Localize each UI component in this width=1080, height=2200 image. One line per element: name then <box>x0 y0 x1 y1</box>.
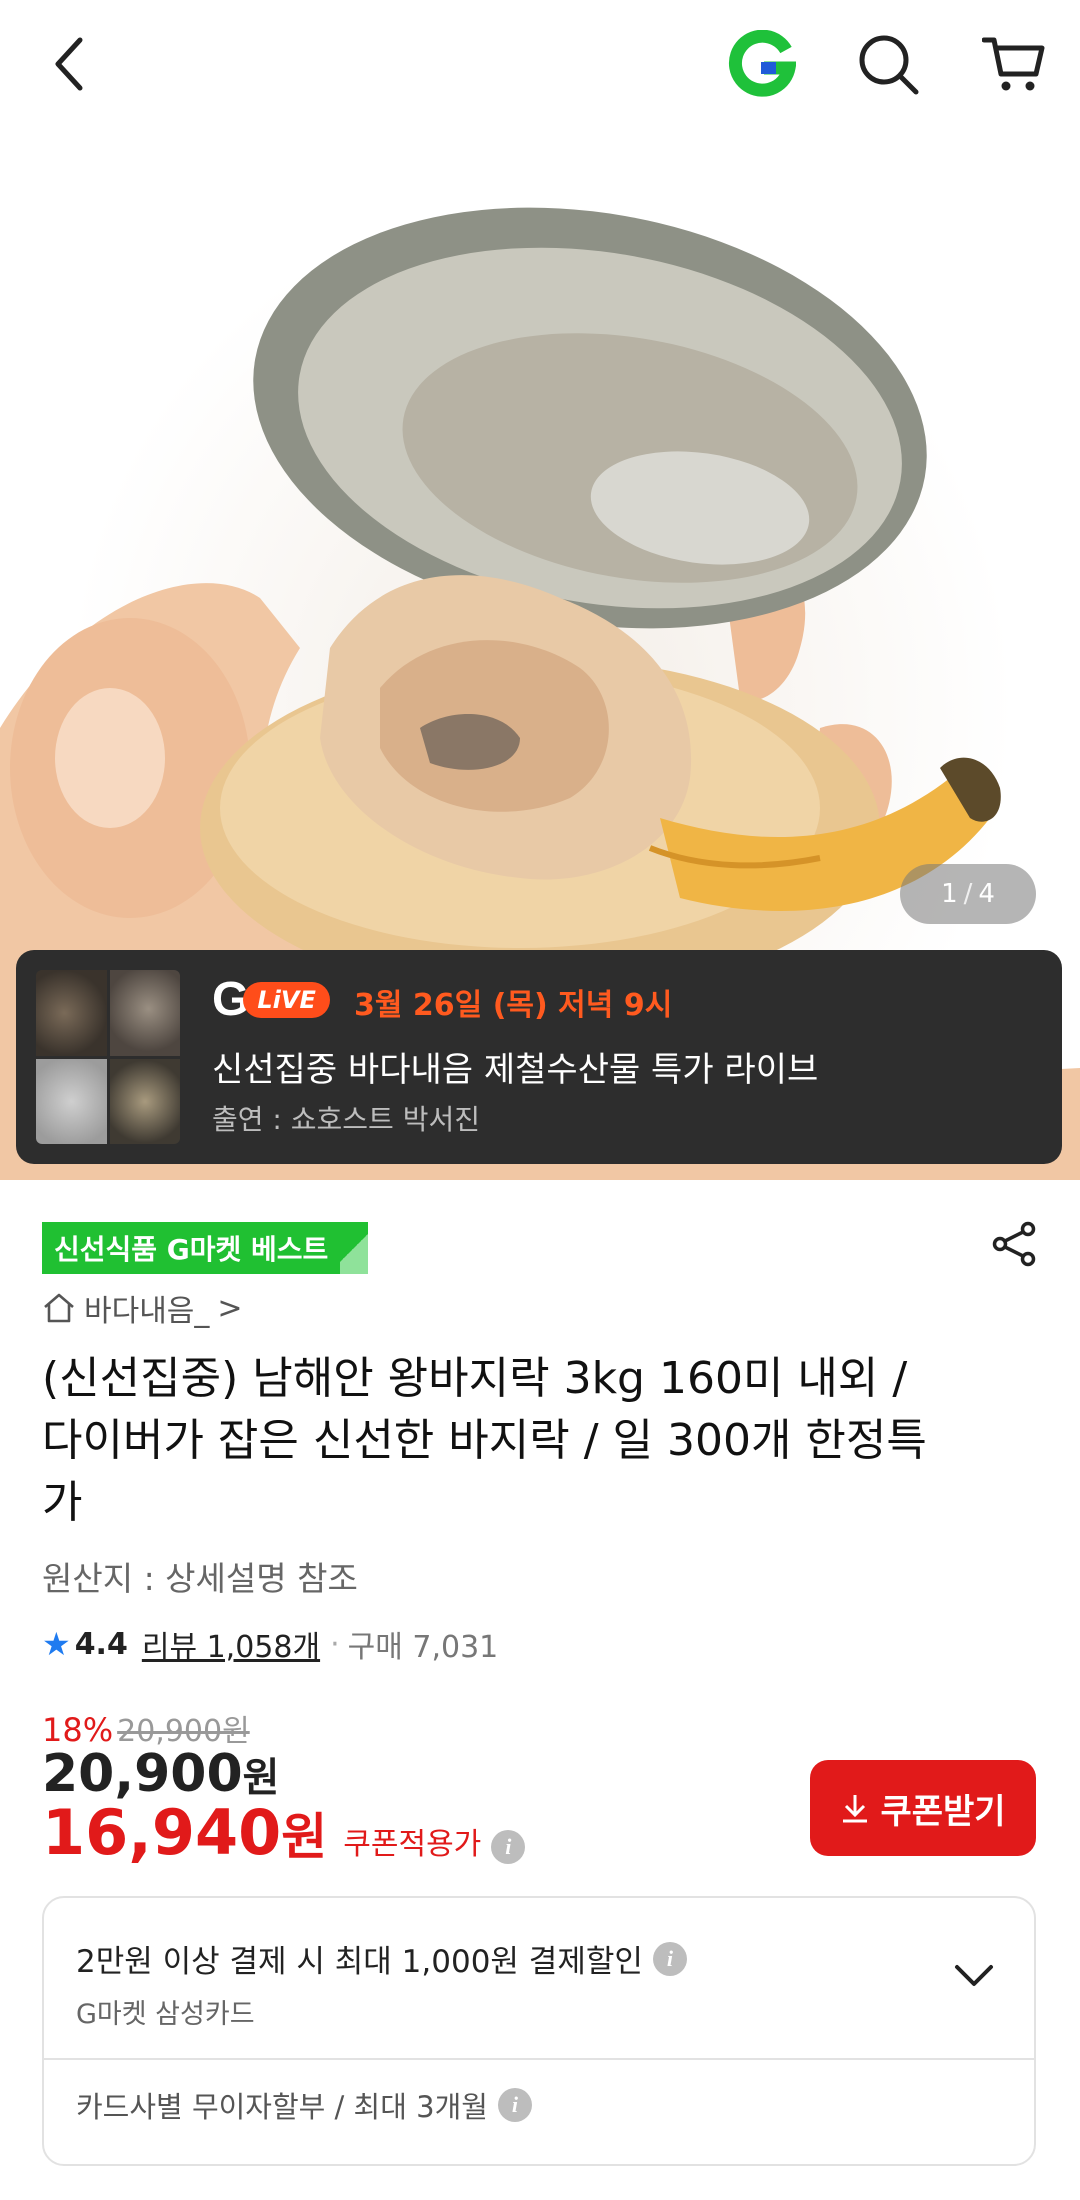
installment-text: 카드사별 무이자할부 / 최대 3개월 <box>76 2090 488 2124</box>
live-thumb-3 <box>36 1058 107 1144</box>
cart-button[interactable] <box>978 28 1050 100</box>
card-name: G마켓 삼성카드 <box>76 1999 255 2030</box>
glive-logo: G LiVE <box>212 976 330 1024</box>
app-header <box>0 0 1080 128</box>
price-row: 20,900 원 <box>42 1744 279 1804</box>
share-icon <box>992 1221 1036 1267</box>
search-icon <box>859 35 919 95</box>
coupon-price-unit: 원 <box>281 1808 328 1866</box>
sale-price-unit: 원 <box>242 1755 280 1801</box>
share-button[interactable] <box>984 1214 1044 1274</box>
coupon-price: 16,940 <box>42 1796 282 1869</box>
back-button[interactable] <box>38 28 102 100</box>
separator-dot: · <box>330 1626 340 1662</box>
product-title: (신선집중) 남해안 왕바지락 3kg 160미 내외 / 다이버가 잡은 신선… <box>42 1353 927 1528</box>
info-icon[interactable]: i <box>491 1830 526 1864</box>
page-total: 4 <box>978 879 995 909</box>
purchase-count: 구매 7,031 <box>347 1630 499 1665</box>
best-badge: 신선식품 G마켓 베스트 <box>42 1222 369 1274</box>
cart-icon <box>982 37 1045 91</box>
live-thumb-2 <box>109 970 180 1056</box>
coupon-button-label: 쿠폰받기 <box>880 1791 1006 1832</box>
card-discount-row[interactable]: 2만원 이상 결제 시 최대 1,000원 결제할인 i G마켓 삼성카드 <box>44 1898 1034 2060</box>
home-icon <box>44 1293 74 1323</box>
chevron-down-icon <box>955 1965 993 1986</box>
rating-row: ★ 4.4 리뷰 1,058개 · 구매 7,031 <box>42 1622 498 1666</box>
live-date: 3월 26일 (목) 저녁 9시 <box>354 988 673 1023</box>
card-info-icon[interactable]: i <box>652 1941 687 1976</box>
shop-arrow-icon: > <box>217 1290 243 1326</box>
best-badge-tail <box>340 1222 369 1274</box>
shop-name: 바다내음_ <box>84 1294 210 1329</box>
product-origin: 원산지 : 상세설명 참조 <box>42 1559 358 1598</box>
live-thumb-4 <box>109 1058 180 1144</box>
card-discount-text: 2만원 이상 결제 시 최대 1,000원 결제할인 <box>76 1944 643 1980</box>
coupon-price-row: 16,940 원 쿠폰적용가 i <box>42 1796 526 1869</box>
live-broadcast-banner[interactable]: G LiVE 3월 26일 (목) 저녁 9시 신선집중 바다내음 제철수산물 … <box>16 950 1062 1164</box>
shop-link[interactable]: 바다내음_ > <box>42 1288 243 1329</box>
sale-price: 20,900 <box>42 1744 243 1804</box>
chevron-left-icon <box>55 37 83 91</box>
live-thumb-1 <box>36 970 107 1056</box>
page-current: 1 <box>941 879 958 909</box>
rating-score: 4.4 <box>74 1626 128 1662</box>
download-icon <box>843 1795 868 1823</box>
benefits-panel: 2만원 이상 결제 시 최대 1,000원 결제할인 i G마켓 삼성카드 카드… <box>42 1896 1036 2166</box>
gmarket-home-button[interactable] <box>726 28 798 100</box>
gallery-page-indicator: 1 / 4 <box>900 864 1036 924</box>
live-title: 신선집중 바다내음 제철수산물 특가 라이브 <box>212 1050 819 1090</box>
live-badge: LiVE <box>243 981 330 1019</box>
reviews-link[interactable]: 리뷰 1,058개 <box>142 1622 320 1666</box>
best-badge-label: 신선식품 G마켓 베스트 <box>42 1222 341 1274</box>
page-separator: / <box>963 879 973 909</box>
product-image-gallery[interactable]: 1 / 4 G LiVE 3월 26일 (목) 저녁 9시 신선집중 바다내음 … <box>0 128 1080 1180</box>
installment-info-icon[interactable]: i <box>497 2088 532 2122</box>
installment-row: 카드사별 무이자할부 / 최대 3개월 i <box>76 2084 532 2126</box>
expand-button[interactable] <box>944 1946 1004 2006</box>
live-thumbnail <box>36 970 180 1144</box>
gmarket-g-logo-icon <box>729 30 796 97</box>
card-discount-text-wrap: 2만원 이상 결제 시 최대 1,000원 결제할인 i <box>76 1936 687 1981</box>
search-button[interactable] <box>852 28 924 100</box>
coupon-download-button[interactable]: 쿠폰받기 <box>810 1760 1036 1856</box>
coupon-label: 쿠폰적용가 <box>343 1827 482 1862</box>
star-icon: ★ <box>42 1625 71 1663</box>
live-host: 출연 : 쇼호스트 박서진 <box>212 1103 480 1136</box>
